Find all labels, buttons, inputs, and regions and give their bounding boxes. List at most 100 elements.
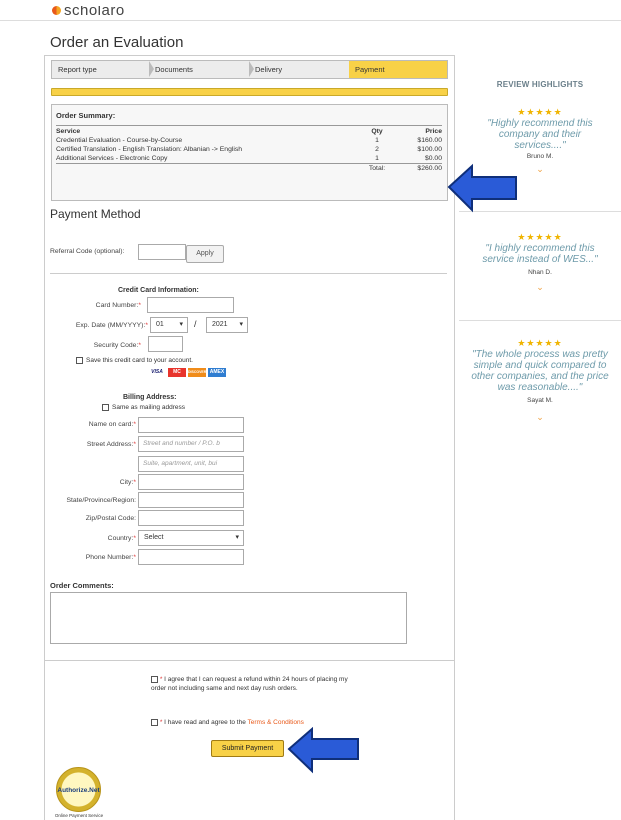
step-report-type[interactable]: Report type xyxy=(52,61,154,78)
qty-cell: 1 xyxy=(375,137,379,144)
review-quote: "I highly recommend this service instead… xyxy=(482,243,598,265)
header-divider xyxy=(0,20,621,21)
review-card: ★★★★★ "I highly recommend this service i… xyxy=(459,232,621,293)
step-label: Documents xyxy=(155,65,193,74)
authorize-net-badge[interactable]: Authorize.Net xyxy=(56,767,101,812)
step-label: Delivery xyxy=(255,65,283,74)
step-delivery[interactable]: Delivery xyxy=(249,61,354,78)
same-as-mailing-checkbox[interactable] xyxy=(102,404,109,411)
divider xyxy=(50,273,447,274)
logo-mark-icon xyxy=(52,5,61,15)
summary-divider xyxy=(56,125,442,126)
phone-input[interactable] xyxy=(138,549,244,565)
card-number-input[interactable] xyxy=(147,297,234,313)
badge-caption: Online Payment Service xyxy=(54,813,104,818)
qty-cell: 2 xyxy=(375,146,379,153)
payment-method-heading: Payment Method xyxy=(50,207,141,221)
table-header-row: Service Qty Price xyxy=(56,127,442,136)
security-code-input[interactable] xyxy=(148,336,183,352)
submit-payment-button[interactable]: Submit Payment xyxy=(211,740,284,757)
street-address-label: Street Address:* xyxy=(86,441,136,448)
total-spacer xyxy=(56,163,362,173)
terms-text: I have read and agree to the xyxy=(164,719,248,727)
order-summary-table: Service Qty Price Credential Evaluation … xyxy=(56,127,442,173)
dropdown-arrow-icon: ▾ xyxy=(239,321,243,328)
name-on-card-input[interactable] xyxy=(138,417,244,433)
dropdown-arrow-icon: ▾ xyxy=(235,534,239,541)
review-quote: "The whole process was pretty simple and… xyxy=(471,349,609,393)
security-code-label: Security Code:* xyxy=(93,342,141,349)
phone-label: Phone Number:* xyxy=(85,554,136,561)
total-row: Total: $260.00 xyxy=(56,163,442,173)
divider xyxy=(44,660,455,661)
street-address-2-input[interactable]: Suite, apartment, unit, bui xyxy=(138,456,244,472)
review-card: ★★★★★ "The whole process was pretty simp… xyxy=(459,338,621,423)
zip-label: Zip/Postal Code: xyxy=(85,515,136,522)
city-input[interactable] xyxy=(138,474,244,490)
chevron-down-icon[interactable]: ⌄ xyxy=(459,412,621,423)
exp-year-value: 2021 xyxy=(212,321,228,328)
table-row: Certified Translation - English Translat… xyxy=(56,145,442,154)
progress-steps: Report type Documents Delivery Payment xyxy=(51,60,448,79)
price-header: Price xyxy=(425,128,442,135)
arrow-left-icon xyxy=(287,727,359,774)
refund-agreement: * I agree that I can request a refund wi… xyxy=(151,675,351,693)
terms-checkbox[interactable] xyxy=(151,719,158,726)
progress-bar xyxy=(51,88,448,96)
terms-link[interactable]: Terms & Conditions xyxy=(248,719,304,726)
visa-icon: VISA xyxy=(148,368,166,377)
total-value: $260.00 xyxy=(392,163,442,173)
step-label: Report type xyxy=(58,65,97,74)
exp-date-label: Exp. Date (MM/YYYY):* xyxy=(75,322,148,329)
refund-checkbox[interactable] xyxy=(151,675,158,683)
country-label: Country:* xyxy=(107,535,136,542)
table-row: Additional Services - Electronic Copy 1 … xyxy=(56,154,442,164)
terms-agreement: * I have read and agree to the Terms & C… xyxy=(151,719,304,726)
scholaro-logo[interactable]: scholaro xyxy=(52,2,125,18)
step-payment[interactable]: Payment xyxy=(349,61,447,78)
cc-heading: Credit Card Information: xyxy=(118,287,199,294)
country-select[interactable]: Select ▾ xyxy=(138,530,244,546)
city-label: City:* xyxy=(119,479,136,486)
country-value: Select xyxy=(144,534,164,541)
total-label: Total: xyxy=(362,163,392,173)
price-cell: $0.00 xyxy=(424,155,442,162)
step-documents[interactable]: Documents xyxy=(149,61,254,78)
required-mark: * xyxy=(159,719,163,727)
discover-icon: DISCOVER xyxy=(188,368,206,377)
same-as-mailing-label: Same as mailing address xyxy=(112,404,185,411)
card-number-label: Card Number:* xyxy=(95,302,141,309)
amex-icon: AMEX xyxy=(208,368,226,377)
reviewer-name: Sayat M. xyxy=(527,397,553,404)
service-cell: Certified Translation - English Translat… xyxy=(56,146,243,153)
exp-month-select[interactable]: 01 ▾ xyxy=(150,317,188,333)
name-on-card-label: Name on card:* xyxy=(88,421,136,428)
save-card-label: Save this credit card to your account. xyxy=(86,357,193,364)
state-input[interactable] xyxy=(138,492,244,508)
apply-button[interactable]: Apply xyxy=(186,245,224,263)
chevron-down-icon[interactable]: ⌄ xyxy=(459,282,621,293)
stars-icon: ★★★★★ xyxy=(517,338,563,348)
service-header: Service xyxy=(56,128,81,135)
step-label: Payment xyxy=(355,65,385,74)
dropdown-arrow-icon: ▾ xyxy=(179,321,183,328)
card-brands: VISA MC DISCOVER AMEX xyxy=(148,368,226,377)
review-highlights-title: REVIEW HIGHLIGHTS xyxy=(496,80,584,89)
referral-code-input[interactable] xyxy=(138,244,186,260)
stars-icon: ★★★★★ xyxy=(517,232,563,242)
exp-month-value: 01 xyxy=(156,321,164,328)
save-card-checkbox[interactable] xyxy=(76,357,83,364)
street-address-input[interactable]: Street and number / P.O. b xyxy=(138,436,244,452)
order-comments-textarea[interactable] xyxy=(50,592,407,644)
price-cell: $100.00 xyxy=(417,146,442,153)
exp-separator: / xyxy=(194,319,197,329)
zip-input[interactable] xyxy=(138,510,244,526)
state-label: State/Province/Region: xyxy=(66,497,136,504)
price-cell: $160.00 xyxy=(417,137,442,144)
reviewer-name: Bruno M. xyxy=(526,153,554,160)
mastercard-icon: MC xyxy=(168,368,186,377)
stars-icon: ★★★★★ xyxy=(517,107,563,117)
referral-label: Referral Code (optional): xyxy=(50,248,125,255)
billing-heading: Billing Address: xyxy=(123,394,177,401)
exp-year-select[interactable]: 2021 ▾ xyxy=(206,317,248,333)
